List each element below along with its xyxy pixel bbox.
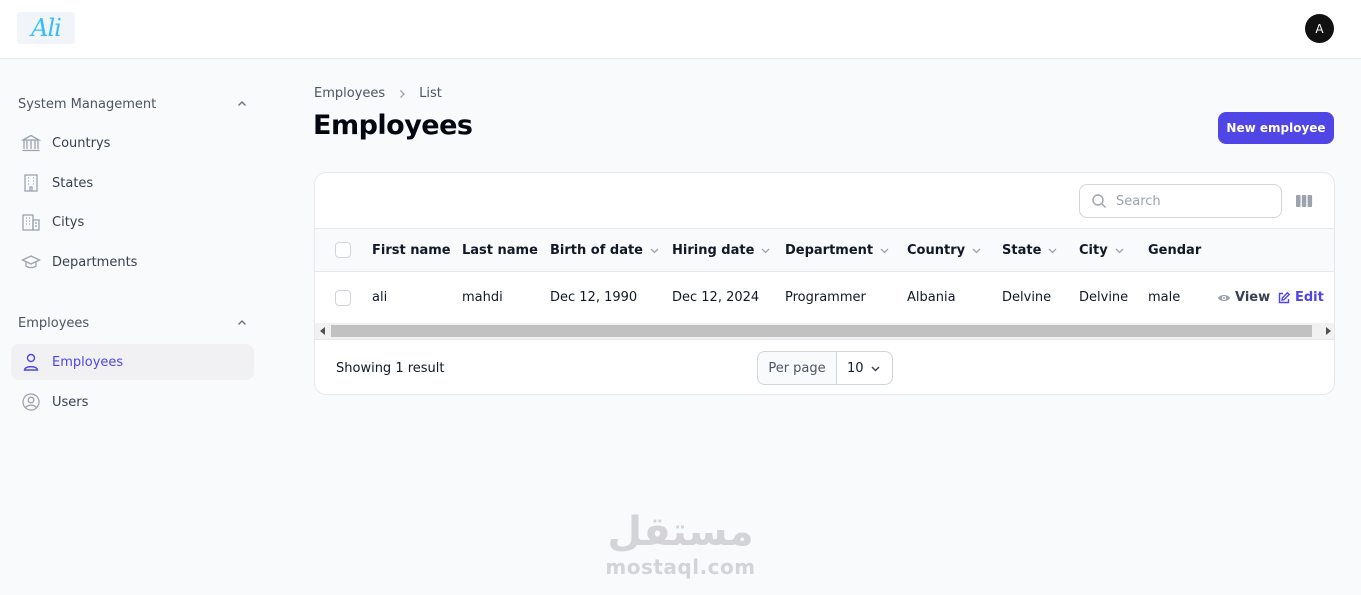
watermark-arabic: مستقل bbox=[607, 509, 754, 555]
bank-icon bbox=[21, 134, 41, 152]
edit-action[interactable]: Edit bbox=[1277, 272, 1324, 323]
sidebar-item-citys[interactable]: Citys bbox=[11, 204, 254, 240]
chevron-down-icon bbox=[649, 245, 660, 256]
column-label: First name bbox=[372, 242, 451, 258]
columns-toggle-icon[interactable] bbox=[1295, 192, 1313, 210]
cell-city: Delvine bbox=[1079, 290, 1129, 305]
column-header-first-name[interactable]: First name bbox=[372, 229, 451, 271]
edit-action-label: Edit bbox=[1295, 290, 1324, 305]
sidebar-item-label: Employees bbox=[52, 354, 124, 370]
breadcrumb-list: List bbox=[419, 86, 442, 101]
group-employees[interactable]: Employees bbox=[18, 313, 248, 333]
per-page-control: Per page 10 bbox=[757, 351, 893, 385]
column-header-country[interactable]: Country bbox=[907, 229, 982, 271]
column-label: City bbox=[1079, 242, 1108, 258]
table-row: ali mahdi Dec 12, 1990 Dec 12, 2024 Prog… bbox=[315, 272, 1334, 323]
column-label: Country bbox=[907, 242, 966, 258]
app-logo[interactable]: Ali bbox=[17, 12, 75, 44]
chevron-up-icon bbox=[238, 101, 246, 106]
group-label: System Management bbox=[18, 96, 157, 112]
sidebar: System Management Countrys States Citys … bbox=[0, 59, 270, 595]
search-input[interactable] bbox=[1116, 193, 1266, 209]
watermark: مستقل mostaql.com bbox=[602, 508, 759, 578]
sidebar-item-states[interactable]: States bbox=[11, 165, 254, 201]
column-header-department[interactable]: Department bbox=[785, 229, 890, 271]
horizontal-scrollbar[interactable] bbox=[315, 323, 1334, 339]
user-icon bbox=[23, 353, 39, 371]
cell-birth-of-date: Dec 12, 1990 bbox=[550, 290, 638, 305]
chevron-down-icon bbox=[871, 366, 880, 371]
column-header-hiring-date[interactable]: Hiring date bbox=[672, 229, 771, 271]
chevron-up-icon bbox=[238, 320, 246, 325]
chevron-right-icon bbox=[397, 89, 407, 99]
breadcrumb-employees[interactable]: Employees bbox=[314, 86, 385, 101]
user-circle-icon bbox=[22, 393, 40, 411]
per-page-select[interactable]: 10 bbox=[837, 352, 892, 384]
sidebar-item-label: States bbox=[52, 175, 94, 191]
cell-department: Programmer bbox=[785, 290, 866, 305]
cell-country: Albania bbox=[907, 290, 956, 305]
sidebar-item-label: Users bbox=[52, 394, 89, 410]
column-label: Gendar bbox=[1148, 242, 1202, 258]
sidebar-item-countrys[interactable]: Countrys bbox=[11, 125, 254, 161]
cell-hiring-date: Dec 12, 2024 bbox=[672, 290, 760, 305]
sidebar-item-label: Countrys bbox=[52, 135, 111, 151]
result-count: Showing 1 result bbox=[336, 361, 445, 376]
scroll-left-arrow-icon[interactable] bbox=[315, 323, 331, 339]
scroll-right-arrow-icon[interactable] bbox=[1320, 323, 1334, 339]
column-header-state[interactable]: State bbox=[1002, 229, 1058, 271]
office-building-icon bbox=[22, 214, 40, 231]
logo-text: Ali bbox=[31, 14, 62, 42]
column-label: State bbox=[1002, 242, 1042, 258]
column-label: Last name bbox=[462, 242, 538, 258]
search-field[interactable] bbox=[1079, 184, 1282, 218]
table-footer: Showing 1 result Per page 10 bbox=[315, 339, 1334, 394]
select-all-checkbox[interactable] bbox=[335, 242, 351, 258]
cell-last-name: mahdi bbox=[462, 290, 503, 305]
academic-cap-icon bbox=[21, 255, 41, 269]
new-employee-button[interactable]: New employee bbox=[1218, 112, 1334, 144]
eye-icon bbox=[1218, 294, 1230, 301]
group-label: Employees bbox=[18, 315, 90, 331]
cell-gender: male bbox=[1148, 290, 1181, 305]
sidebar-item-users[interactable]: Users bbox=[11, 384, 254, 420]
building-icon bbox=[24, 174, 38, 192]
cell-first-name: ali bbox=[372, 290, 388, 305]
column-header-city[interactable]: City bbox=[1079, 229, 1125, 271]
chevron-down-icon bbox=[879, 245, 890, 256]
chevron-down-icon bbox=[1047, 245, 1058, 256]
cell-state: Delvine bbox=[1002, 290, 1052, 305]
row-checkbox[interactable] bbox=[335, 290, 351, 306]
breadcrumb: Employees List bbox=[314, 86, 442, 101]
sidebar-item-employees[interactable]: Employees bbox=[11, 344, 254, 380]
column-header-gendar[interactable]: Gendar bbox=[1148, 229, 1201, 271]
watermark-latin: mostaql.com bbox=[605, 555, 756, 579]
pencil-square-icon bbox=[1278, 291, 1291, 303]
column-label: Birth of date bbox=[550, 242, 643, 258]
view-action-label: View bbox=[1235, 290, 1271, 305]
chevron-down-icon bbox=[760, 245, 771, 256]
search-icon bbox=[1092, 194, 1106, 208]
view-action[interactable]: View bbox=[1217, 272, 1270, 323]
column-label: Department bbox=[785, 242, 874, 258]
user-avatar[interactable]: A bbox=[1305, 14, 1334, 43]
page-title: Employees bbox=[313, 110, 473, 141]
chevron-down-icon bbox=[1114, 245, 1125, 256]
sidebar-item-departments[interactable]: Departments bbox=[11, 244, 254, 280]
group-system-management[interactable]: System Management bbox=[18, 94, 248, 114]
column-header-birth-of-date[interactable]: Birth of date bbox=[550, 229, 660, 271]
per-page-label: Per page bbox=[758, 352, 837, 384]
per-page-value: 10 bbox=[847, 360, 864, 376]
employees-table-card: First name Last name Birth of date Hirin… bbox=[314, 172, 1335, 395]
sidebar-item-label: Departments bbox=[52, 254, 138, 270]
column-label: Hiring date bbox=[672, 242, 755, 258]
table-header: First name Last name Birth of date Hirin… bbox=[315, 228, 1334, 272]
sidebar-item-label: Citys bbox=[52, 214, 85, 230]
chevron-down-icon bbox=[971, 245, 982, 256]
top-bar: Ali A bbox=[0, 0, 1361, 59]
column-header-last-name[interactable]: Last name bbox=[462, 229, 538, 271]
scrollbar-thumb[interactable] bbox=[331, 325, 1312, 337]
